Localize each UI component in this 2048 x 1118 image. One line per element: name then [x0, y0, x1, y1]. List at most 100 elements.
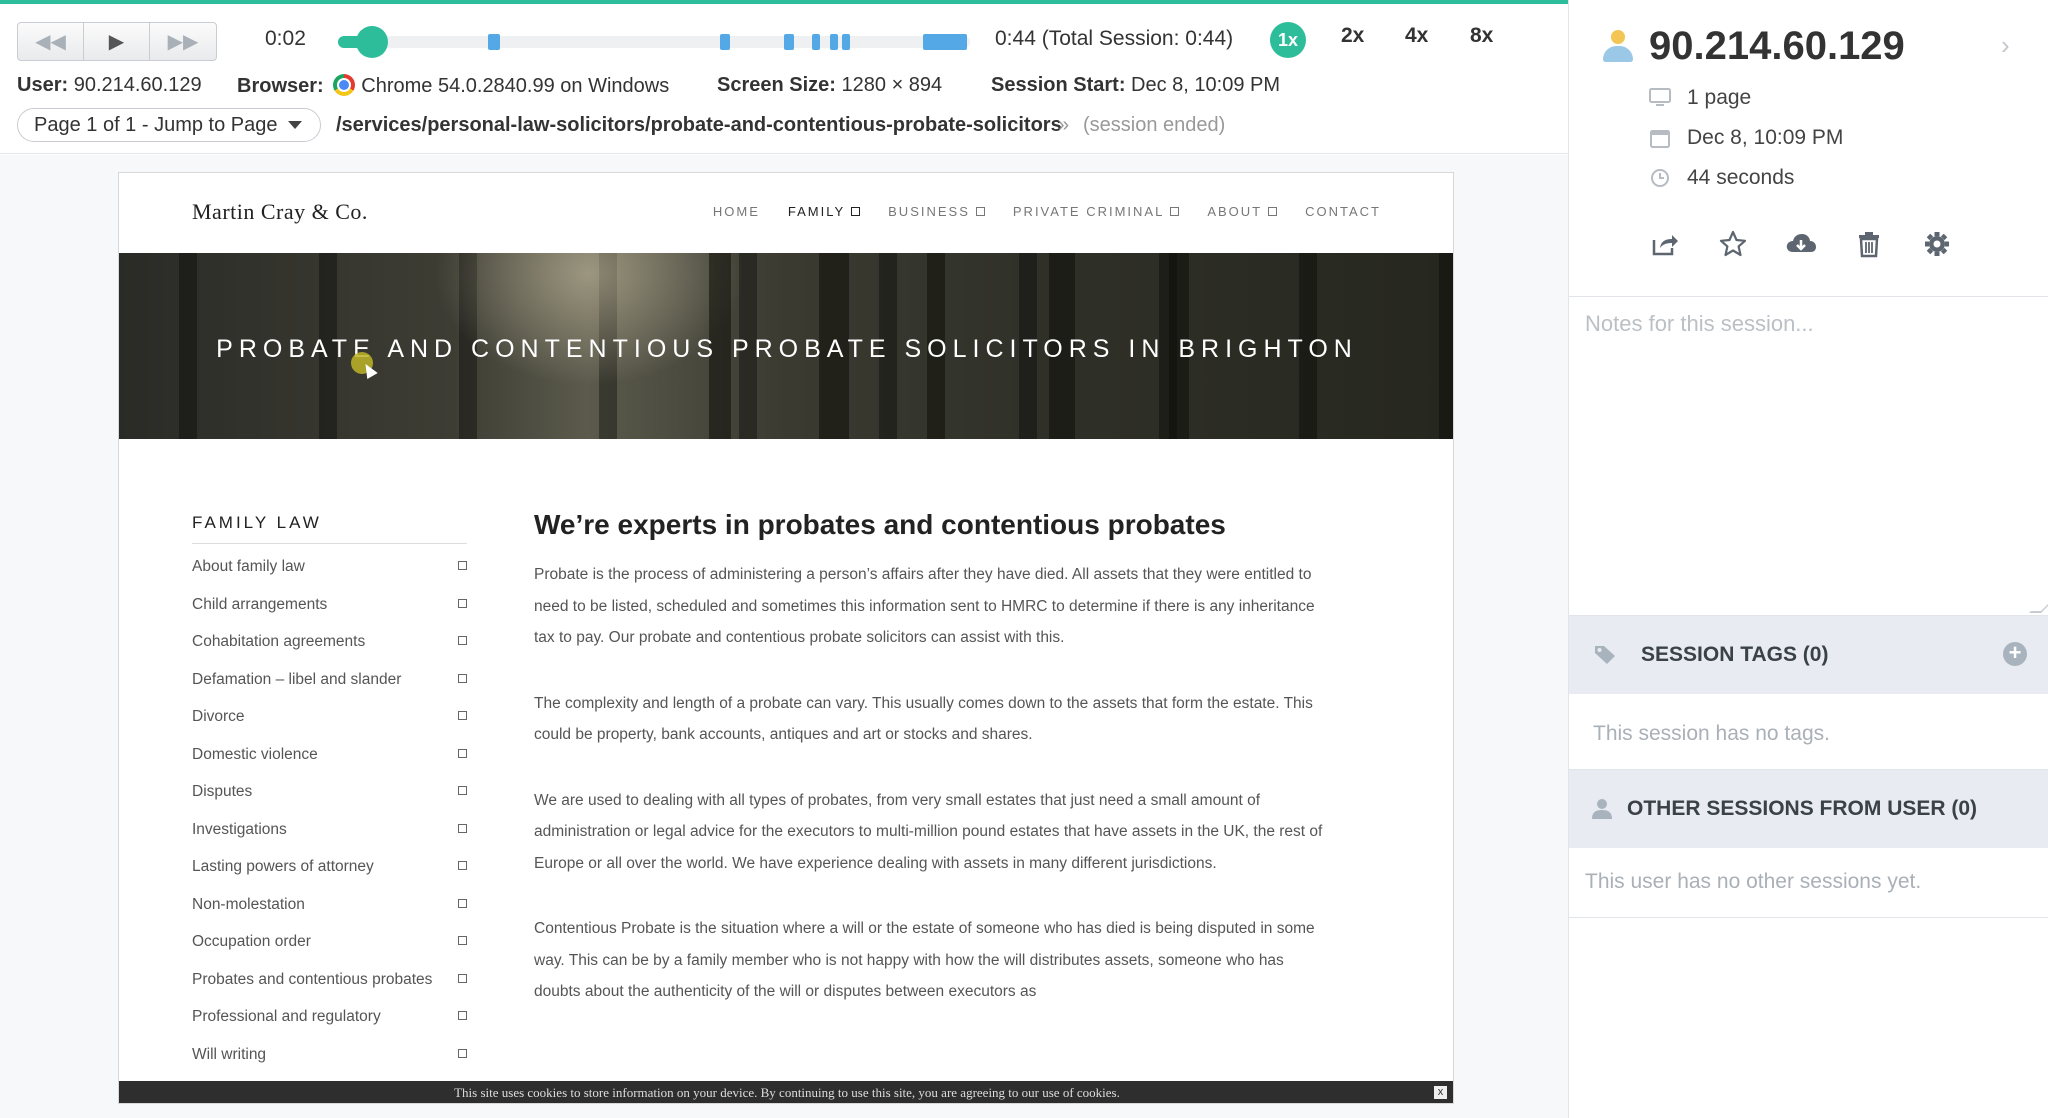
total-time: 0:44 (Total Session: 0:44): [995, 27, 1234, 50]
timeline-event-marker: [923, 34, 967, 50]
replay-viewport: Martin Cray & Co. HOME FAMILY BUSINESS P…: [0, 155, 1568, 1118]
timeline-scrubber[interactable]: [338, 26, 970, 58]
sidebar-item-label: Disputes: [192, 783, 253, 800]
caret-down-icon: [287, 121, 302, 129]
screen-size-value: 1280 × 894: [841, 74, 943, 96]
sidebar-item-non-molestation[interactable]: Non-molestation: [192, 896, 467, 934]
page-url: /services/personal-law-solicitors/probat…: [336, 114, 1062, 136]
star-button[interactable]: [1717, 228, 1749, 260]
timeline-event-marker: [488, 34, 500, 50]
expand-icon: [458, 898, 467, 908]
panel-ip-address: 90.214.60.129: [1649, 24, 1905, 68]
nav-contact[interactable]: CONTACT: [1305, 204, 1381, 219]
sidebar-item-label: Occupation order: [192, 933, 311, 950]
tag-icon: [1595, 646, 1615, 664]
fast-forward-icon: ▶▶: [167, 31, 199, 53]
monitor-icon: [1649, 88, 1671, 108]
user-value: 90.214.60.129: [73, 74, 202, 96]
speed-4x-button[interactable]: 4x: [1405, 24, 1428, 48]
play-icon: ▶: [108, 31, 125, 53]
fast-forward-button[interactable]: ▶▶: [150, 23, 216, 60]
sidebar-item-label: Domestic violence: [192, 745, 318, 763]
speed-8x-button[interactable]: 8x: [1470, 24, 1493, 48]
chevron-right-icon[interactable]: ›: [2001, 30, 2010, 61]
content-paragraph: The complexity and length of a probate c…: [534, 694, 1313, 744]
expand-icon: [458, 973, 467, 983]
sidebar-item-about-family-law[interactable]: About family law: [192, 558, 467, 596]
site-header: Martin Cray & Co. HOME FAMILY BUSINESS P…: [119, 173, 1453, 253]
player-toolbar: ◀◀ ▶ ▶▶ 0:02 0:44 (Total Session: 0:44) …: [0, 4, 1568, 154]
pages-count: 1 page: [1687, 86, 1752, 109]
nav-business[interactable]: BUSINESS: [888, 204, 985, 219]
recorded-website: Martin Cray & Co. HOME FAMILY BUSINESS P…: [118, 172, 1454, 1104]
main-content: We’re experts in probates and contentiou…: [534, 509, 1324, 1042]
sidebar-item-divorce[interactable]: Divorce: [192, 708, 467, 746]
timeline-handle[interactable]: [356, 26, 388, 58]
sidebar-item-investigations[interactable]: Investigations: [192, 821, 467, 859]
sidebar-item-label: Defamation – libel and slander: [192, 670, 402, 688]
star-icon: [1719, 230, 1747, 257]
url-separator: »: [1058, 114, 1070, 136]
speed-1x-button[interactable]: 1x: [1270, 22, 1306, 58]
session-date: Dec 8, 10:09 PM: [1687, 126, 1844, 149]
nav-about[interactable]: ABOUT: [1207, 204, 1278, 219]
sidebar-item-occupation-order[interactable]: Occupation order: [192, 933, 467, 971]
sidebar-item-defamation[interactable]: Defamation – libel and slander: [192, 671, 467, 709]
session-start-label: Session Start:: [991, 74, 1126, 96]
close-cookie-button[interactable]: x: [1434, 1086, 1447, 1099]
sidebar-item-will-writing[interactable]: Will writing: [192, 1046, 467, 1084]
sidebar-item-disputes[interactable]: Disputes: [192, 783, 467, 821]
user-label: User:: [17, 74, 69, 96]
nav-label: PRIVATE CRIMINAL: [1012, 204, 1165, 219]
rewind-button[interactable]: ◀◀: [18, 23, 84, 60]
expand-icon: [458, 673, 467, 683]
nav-home[interactable]: HOME: [713, 204, 760, 219]
speed-2x-button[interactable]: 2x: [1341, 24, 1364, 48]
sidebar-item-probates[interactable]: Probates and contentious probates: [192, 971, 467, 1009]
session-tags-header: SESSION TAGS (0) +: [1569, 616, 2048, 694]
nav-family[interactable]: FAMILY: [787, 204, 861, 219]
settings-button[interactable]: [1921, 228, 1953, 260]
sidebar-item-label: About family law: [192, 558, 305, 575]
nav-label: FAMILY: [787, 204, 846, 219]
jump-to-page-dropdown[interactable]: Page 1 of 1 - Jump to Page: [17, 108, 321, 142]
content-paragraph: We are used to dealing with all types of…: [534, 791, 1323, 872]
expand-icon: [458, 711, 467, 720]
sidebar-heading: FAMILY LAW: [192, 513, 467, 544]
nav-label: ABOUT: [1207, 204, 1263, 219]
download-icon: [1786, 234, 1816, 252]
sidebar-item-label: Probates and contentious probates: [192, 970, 433, 988]
rewind-icon: ◀◀: [35, 31, 66, 53]
add-tag-button[interactable]: +: [2003, 642, 2027, 666]
sidebar-item-professional-regulatory[interactable]: Professional and regulatory: [192, 1008, 467, 1046]
user-icon: [1603, 30, 1633, 64]
session-tags-heading: SESSION TAGS (0): [1641, 643, 1829, 666]
session-duration: 44 seconds: [1687, 166, 1795, 189]
share-icon: [1652, 235, 1678, 256]
timeline-track: [338, 36, 970, 48]
share-button[interactable]: [1649, 228, 1681, 260]
play-button[interactable]: ▶: [84, 23, 150, 60]
expand-icon: [458, 861, 467, 870]
session-notes-input[interactable]: [1585, 311, 2033, 601]
submenu-icon: [975, 207, 985, 216]
sidebar-item-child-arrangements[interactable]: Child arrangements: [192, 596, 467, 634]
date-row: Dec 8, 10:09 PM: [1649, 126, 1843, 150]
timeline-event-marker: [720, 34, 730, 50]
sidebar-item-lasting-powers-of-attorney[interactable]: Lasting powers of attorney: [192, 858, 467, 896]
timeline-event-marker: [830, 34, 838, 50]
screen-size-info: Screen Size: 1280 × 894: [717, 74, 942, 97]
hero-title: PROBATE AND CONTENTIOUS PROBATE SOLICITO…: [216, 335, 1358, 363]
sidebar-item-cohabitation-agreements[interactable]: Cohabitation agreements: [192, 633, 467, 671]
site-logo[interactable]: Martin Cray & Co.: [192, 199, 368, 225]
other-sessions-header: OTHER SESSIONS FROM USER (0): [1569, 770, 2048, 848]
submenu-icon: [851, 207, 861, 216]
expand-icon: [458, 823, 467, 833]
download-button[interactable]: [1785, 228, 1817, 260]
nav-private-criminal[interactable]: PRIVATE CRIMINAL: [1012, 204, 1180, 219]
expand-icon: [458, 786, 467, 795]
session-start-info: Session Start: Dec 8, 10:09 PM: [991, 74, 1280, 97]
resize-handle[interactable]: [2029, 601, 2048, 613]
delete-button[interactable]: [1853, 228, 1885, 260]
sidebar-item-domestic-violence[interactable]: Domestic violence: [192, 746, 467, 784]
